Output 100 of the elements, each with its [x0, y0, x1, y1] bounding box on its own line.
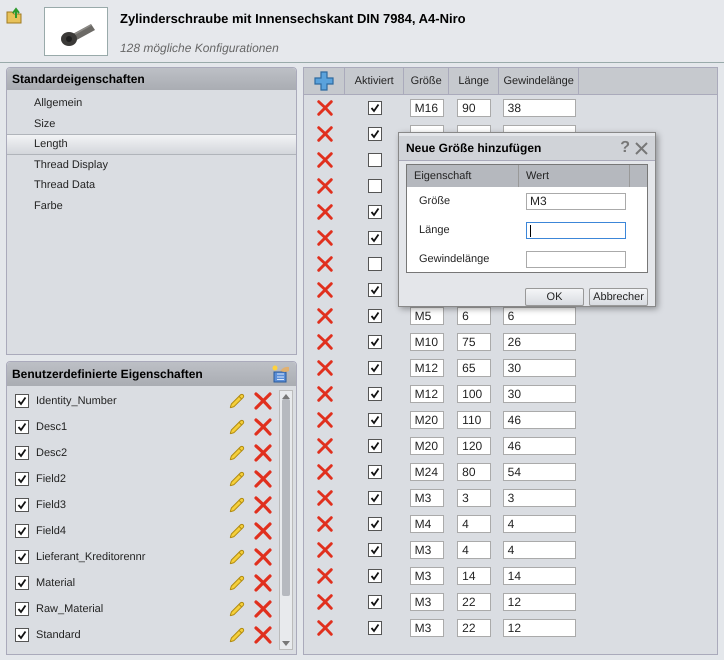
- edit-icon[interactable]: [229, 419, 246, 435]
- delete-icon[interactable]: [316, 281, 334, 299]
- edit-icon[interactable]: [229, 601, 246, 617]
- delete-icon[interactable]: [316, 515, 334, 533]
- table-cell-field[interactable]: M12: [410, 385, 444, 403]
- delete-icon[interactable]: [316, 593, 334, 611]
- table-cell-field[interactable]: 38: [502, 99, 576, 117]
- delete-icon[interactable]: [316, 333, 334, 351]
- table-cell-field[interactable]: 100: [457, 385, 492, 403]
- delete-icon[interactable]: [253, 547, 274, 567]
- table-cell-field[interactable]: 3: [502, 489, 576, 507]
- table-cell-field[interactable]: 90: [457, 99, 492, 117]
- checkbox[interactable]: [15, 446, 29, 460]
- delete-icon[interactable]: [316, 385, 334, 403]
- edit-icon[interactable]: [229, 549, 246, 565]
- checkbox[interactable]: [368, 179, 382, 193]
- checkbox[interactable]: [368, 621, 382, 635]
- delete-icon[interactable]: [316, 411, 334, 429]
- table-cell-field[interactable]: 4: [502, 541, 576, 559]
- table-cell-field[interactable]: M4: [410, 515, 444, 533]
- checkbox[interactable]: [368, 387, 382, 401]
- checkbox[interactable]: [368, 491, 382, 505]
- table-cell-field[interactable]: M3: [410, 567, 444, 585]
- table-cell-field[interactable]: 46: [502, 411, 576, 429]
- checkbox[interactable]: [368, 309, 382, 323]
- table-cell-field[interactable]: 30: [502, 359, 576, 377]
- table-cell-field[interactable]: 30: [502, 385, 576, 403]
- scroll-down-icon[interactable]: [282, 641, 290, 646]
- property-item[interactable]: Thread Data: [7, 175, 296, 196]
- checkbox[interactable]: [15, 420, 29, 434]
- table-cell-field[interactable]: 22: [457, 619, 492, 637]
- checkbox[interactable]: [368, 283, 382, 297]
- edit-icon[interactable]: [229, 393, 246, 409]
- property-item[interactable]: Length: [7, 134, 296, 154]
- table-cell-field[interactable]: 12: [502, 619, 576, 637]
- delete-icon[interactable]: [253, 443, 274, 463]
- delete-icon[interactable]: [316, 125, 334, 143]
- dialog-button[interactable]: OK: [525, 288, 584, 306]
- table-cell-field[interactable]: M5: [410, 307, 444, 325]
- table-cell-field[interactable]: 54: [502, 463, 576, 481]
- table-cell-field[interactable]: 14: [502, 567, 576, 585]
- delete-icon[interactable]: [316, 437, 334, 455]
- delete-icon[interactable]: [316, 541, 334, 559]
- delete-icon[interactable]: [253, 573, 274, 593]
- delete-icon[interactable]: [316, 229, 334, 247]
- checkbox[interactable]: [368, 231, 382, 245]
- checkbox[interactable]: [368, 205, 382, 219]
- table-cell-field[interactable]: M3: [410, 619, 444, 637]
- delete-icon[interactable]: [253, 391, 274, 411]
- edit-icon[interactable]: [229, 575, 246, 591]
- property-item[interactable]: Thread Display: [7, 154, 296, 175]
- table-cell-field[interactable]: 14: [457, 567, 492, 585]
- table-cell-field[interactable]: 4: [502, 515, 576, 533]
- checkbox[interactable]: [368, 153, 382, 167]
- checkbox[interactable]: [368, 335, 382, 349]
- input-field[interactable]: M3: [526, 193, 626, 210]
- checkbox[interactable]: [15, 394, 29, 408]
- delete-icon[interactable]: [253, 521, 274, 541]
- edit-icon[interactable]: [229, 497, 246, 513]
- checkbox[interactable]: [368, 465, 382, 479]
- add-icon[interactable]: [313, 70, 336, 92]
- table-cell-field[interactable]: 6: [502, 307, 576, 325]
- checkbox[interactable]: [368, 413, 382, 427]
- property-item[interactable]: Allgemein: [7, 93, 296, 114]
- checkbox[interactable]: [368, 127, 382, 141]
- dialog-button[interactable]: Abbrecher: [589, 288, 648, 306]
- delete-icon[interactable]: [253, 495, 274, 515]
- checkbox[interactable]: [15, 524, 29, 538]
- edit-icon[interactable]: [229, 471, 246, 487]
- scrollbar[interactable]: [279, 390, 294, 650]
- table-cell-field[interactable]: 3: [457, 489, 492, 507]
- close-icon[interactable]: [635, 142, 648, 154]
- delete-icon[interactable]: [316, 203, 334, 221]
- checkbox[interactable]: [15, 472, 29, 486]
- delete-icon[interactable]: [316, 307, 334, 325]
- table-cell-field[interactable]: M20: [410, 411, 444, 429]
- delete-icon[interactable]: [253, 625, 274, 645]
- table-cell-field[interactable]: 80: [457, 463, 492, 481]
- delete-icon[interactable]: [316, 567, 334, 585]
- delete-icon[interactable]: [316, 489, 334, 507]
- table-cell-field[interactable]: 22: [457, 593, 492, 611]
- table-cell-field[interactable]: 26: [502, 333, 576, 351]
- checkbox[interactable]: [15, 498, 29, 512]
- checkbox[interactable]: [368, 543, 382, 557]
- property-item[interactable]: Farbe: [7, 196, 296, 216]
- property-item[interactable]: Size: [7, 114, 296, 134]
- delete-icon[interactable]: [316, 99, 334, 117]
- delete-icon[interactable]: [253, 469, 274, 489]
- table-cell-field[interactable]: M12: [410, 359, 444, 377]
- delete-icon[interactable]: [253, 599, 274, 619]
- checkbox[interactable]: [368, 361, 382, 375]
- edit-icon[interactable]: [229, 445, 246, 461]
- add-property-icon[interactable]: [271, 364, 292, 384]
- delete-icon[interactable]: [316, 151, 334, 169]
- checkbox[interactable]: [368, 439, 382, 453]
- input-field[interactable]: [526, 251, 626, 268]
- table-cell-field[interactable]: 4: [457, 541, 492, 559]
- checkbox[interactable]: [368, 257, 382, 271]
- table-cell-field[interactable]: M20: [410, 437, 444, 455]
- open-folder-icon[interactable]: [6, 7, 24, 25]
